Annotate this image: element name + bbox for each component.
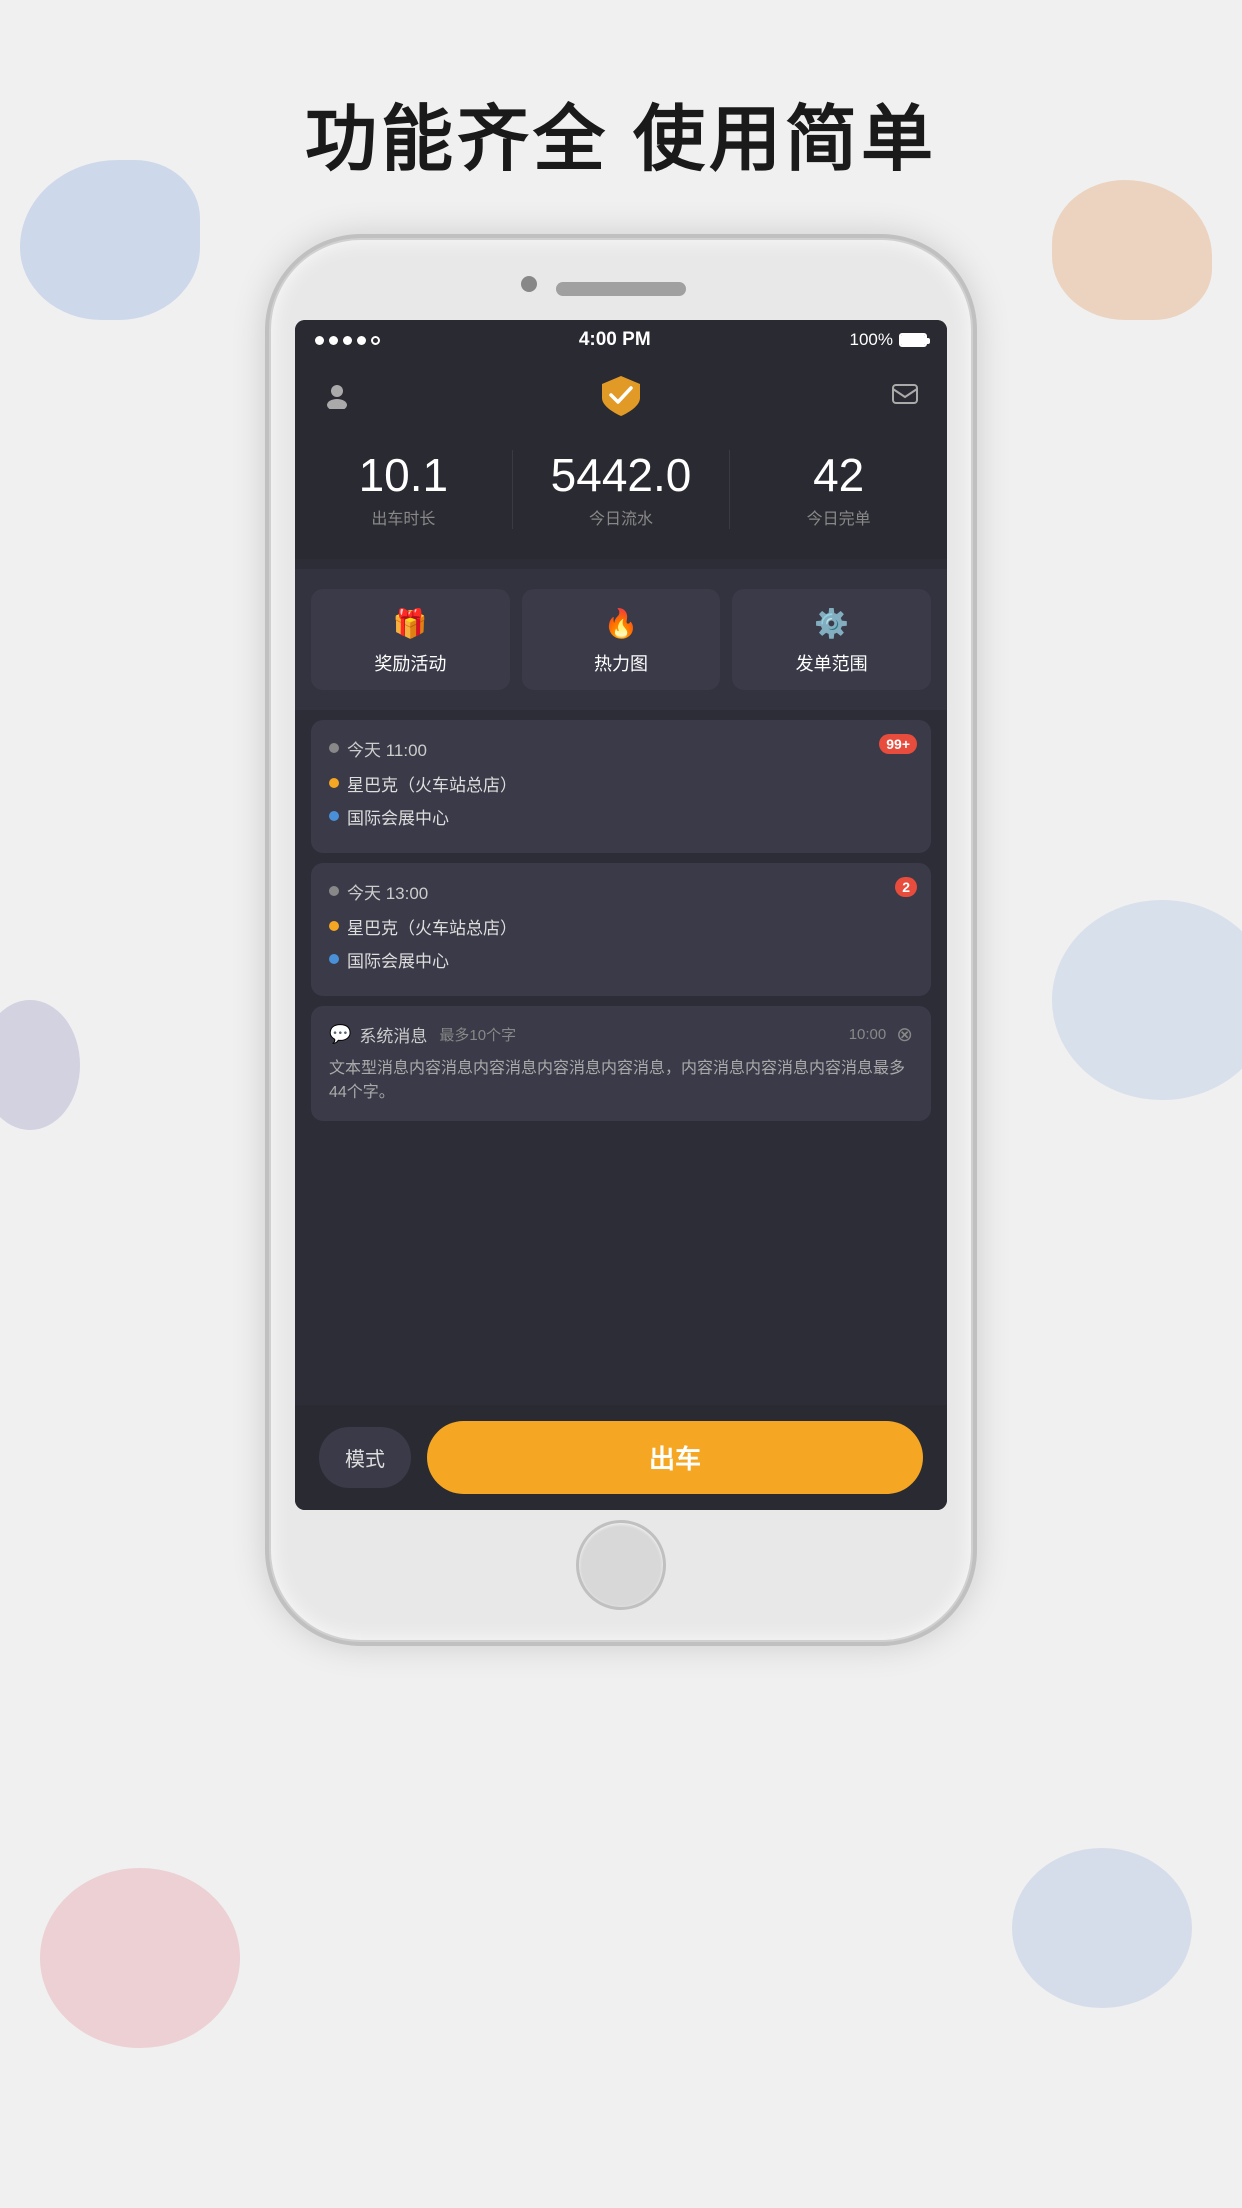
home-button[interactable]: [576, 1520, 666, 1610]
signal-dot-2: [329, 336, 338, 345]
stat-duration-value: 10.1: [295, 450, 512, 501]
signal-dot-5: [371, 336, 380, 345]
phone-speaker: [556, 282, 686, 296]
bg-blob-blue-mr: [1052, 900, 1242, 1100]
stat-orders-label: 今日完单: [730, 505, 947, 529]
phone-screen: 4:00 PM 100%: [295, 320, 947, 1510]
feature-card-range[interactable]: ⚙️ 发单范围: [732, 589, 931, 690]
notif-body: 文本型消息内容消息内容消息内容消息内容消息，内容消息内容消息内容消息最多44个字…: [329, 1057, 913, 1105]
range-icon: ⚙️: [814, 607, 849, 640]
order-card-2[interactable]: 今天 13:00 星巴克（火车站总店） 国际会展中心 2: [311, 863, 931, 996]
bg-blob-pink-bl: [40, 1868, 240, 2048]
pickup-dot-1: [329, 778, 339, 788]
time-dot-2: [329, 886, 339, 896]
feature-card-heatmap[interactable]: 🔥 热力图: [522, 589, 721, 690]
status-time: 4:00 PM: [579, 329, 651, 351]
feature-label-incentives: 奖励活动: [374, 650, 446, 676]
pickup-dot-2: [329, 921, 339, 931]
stat-duration-label: 出车时长: [295, 505, 512, 529]
signal-dot-3: [343, 336, 352, 345]
gift-icon: 🎁: [393, 607, 428, 640]
notif-title: 系统消息: [359, 1022, 427, 1047]
stat-revenue-value: 5442.0: [513, 450, 730, 501]
status-right: 100%: [850, 330, 927, 350]
notif-subtitle: 最多10个字: [439, 1024, 516, 1045]
battery-icon: [899, 333, 927, 347]
notif-header: 💬 系统消息 最多10个字 10:00 ⊗: [329, 1022, 913, 1047]
page-title: 功能齐全 使用简单: [0, 80, 1242, 185]
bg-blob-blue-br: [1012, 1848, 1192, 2008]
notif-title-row: 💬 系统消息 最多10个字: [329, 1022, 516, 1047]
stat-revenue-label: 今日流水: [513, 505, 730, 529]
order-time-1: 今天 11:00: [329, 736, 913, 761]
order-pickup-1: 星巴克（火车站总店）: [329, 771, 913, 796]
stat-orders: 42 今日完单: [729, 450, 947, 529]
scrollable-area: 🎁 奖励活动 🔥 热力图 ⚙️ 发单范围: [295, 559, 947, 1405]
user-profile-icon[interactable]: [319, 377, 355, 413]
order-time-2: 今天 13:00: [329, 879, 913, 904]
signal-dot-4: [357, 336, 366, 345]
notification-card[interactable]: 💬 系统消息 最多10个字 10:00 ⊗ 文本型消息内容消息内容消息内容消息内…: [311, 1006, 931, 1121]
action-button[interactable]: 出车: [427, 1421, 923, 1494]
order-badge-2: 2: [895, 877, 917, 897]
stats-section: 10.1 出车时长 5442.0 今日流水 42 今日完单: [295, 430, 947, 559]
bg-blob-blue-ml: [0, 1000, 80, 1130]
notif-time: 10:00: [849, 1026, 887, 1043]
status-bar: 4:00 PM 100%: [295, 320, 947, 360]
app-logo: [593, 367, 649, 423]
mode-button[interactable]: 模式: [319, 1427, 411, 1488]
feature-label-heatmap: 热力图: [594, 650, 648, 676]
order-pickup-2: 星巴克（火车站总店）: [329, 914, 913, 939]
bottom-bar: 模式 出车: [295, 1405, 947, 1510]
phone-frame: 4:00 PM 100%: [271, 240, 971, 1640]
stat-duration: 10.1 出车时长: [295, 450, 512, 529]
order-badge-1: 99+: [879, 734, 917, 754]
feature-card-incentives[interactable]: 🎁 奖励活动: [311, 589, 510, 690]
order-dropoff-2: 国际会展中心: [329, 947, 913, 972]
heatmap-icon: 🔥: [604, 607, 639, 640]
battery-percent: 100%: [850, 330, 893, 350]
feature-label-range: 发单范围: [796, 650, 868, 676]
stat-orders-value: 42: [730, 450, 947, 501]
notif-close-icon[interactable]: ⊗: [896, 1022, 913, 1047]
dropoff-dot-2: [329, 954, 339, 964]
stat-revenue: 5442.0 今日流水: [512, 450, 730, 529]
message-icon[interactable]: [887, 377, 923, 413]
features-section: 🎁 奖励活动 🔥 热力图 ⚙️ 发单范围: [295, 569, 947, 710]
order-dropoff-1: 国际会展中心: [329, 804, 913, 829]
phone-camera: [521, 276, 537, 292]
app-header: [295, 360, 947, 430]
signal-dot-1: [315, 336, 324, 345]
order-card-1[interactable]: 今天 11:00 星巴克（火车站总店） 国际会展中心 99+: [311, 720, 931, 853]
signal-dots: [315, 336, 380, 345]
bg-blob-orange-tr: [1052, 180, 1212, 320]
dropoff-dot-1: [329, 811, 339, 821]
notif-message-icon: 💬: [329, 1024, 351, 1045]
time-dot-1: [329, 743, 339, 753]
